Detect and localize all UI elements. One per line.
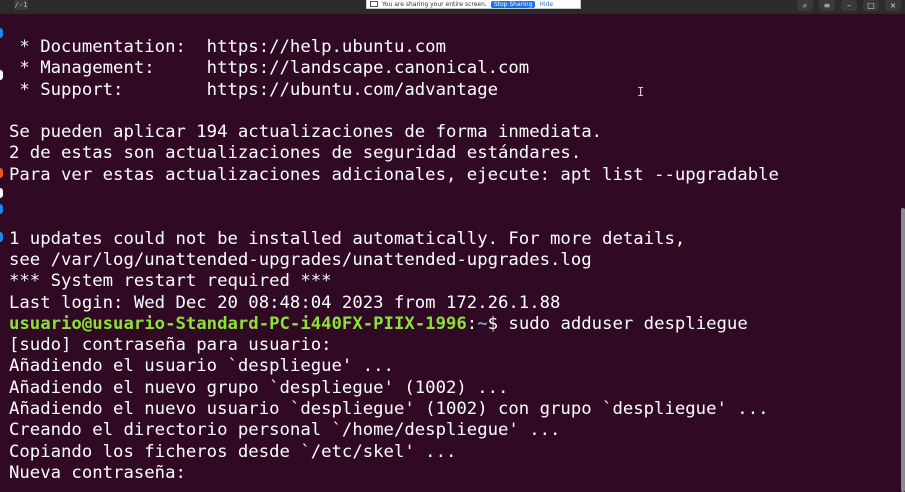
terminal-line: * Management: https://landscape.canonica…: [9, 58, 530, 79]
stop-sharing-button[interactable]: Stop Sharing: [490, 0, 536, 8]
output-line: Creando el directorio personal `/home/de…: [9, 420, 561, 441]
maximize-icon[interactable]: □: [863, 0, 879, 11]
output-line: Copiando los ficheros desde `/etc/skel' …: [9, 441, 457, 462]
terminal-line: see /var/log/unattended-upgrades/unatten…: [9, 249, 592, 270]
terminal-scrollbar[interactable]: [901, 208, 905, 492]
share-banner-text: You are sharing your entire screen.: [382, 0, 487, 8]
terminal-line: Para ver estas actualizaciones adicional…: [9, 164, 779, 185]
terminal-line: 1 updates could not be installed automat…: [9, 228, 686, 249]
terminal-line: * Documentation: https://help.ubuntu.com: [9, 37, 446, 57]
prompt-symbol: $: [487, 313, 509, 334]
terminal-line: 2 de estas son actualizaciones de seguri…: [9, 143, 582, 164]
output-line: Añadiendo el nuevo usuario `despliegue' …: [9, 399, 769, 420]
prompt-path: ~: [477, 313, 488, 334]
dock-app-icon[interactable]: [0, 232, 3, 242]
terminal-line: *** System restart required ***: [9, 271, 332, 292]
prompt-line: usuario@usuario-Standard-PC-i440FX-PIIX-…: [9, 314, 779, 335]
output-line: [sudo] contraseña para usuario:: [9, 335, 332, 356]
screen-share-icon: [370, 1, 378, 7]
prompt-separator: :: [466, 313, 478, 334]
dock-app-icon[interactable]: [0, 28, 3, 38]
new-tab-button[interactable]: /-1: [14, 0, 28, 10]
dock-app-icon[interactable]: [0, 168, 3, 178]
terminal-line: Last login: Wed Dec 20 08:48:04 2023 fro…: [9, 292, 561, 313]
search-icon[interactable]: ⌕: [797, 0, 813, 11]
output-line: Nueva contraseña:: [9, 462, 186, 483]
dock-app-icon[interactable]: [0, 188, 3, 198]
terminal-line: * Support: https://ubuntu.com/advantage: [9, 79, 498, 100]
output-line: Añadiendo el nuevo grupo `despliegue' (1…: [9, 377, 509, 398]
hide-banner-link[interactable]: Hide: [539, 1, 553, 8]
minimize-icon[interactable]: –: [841, 0, 857, 11]
close-icon[interactable]: ×: [885, 0, 901, 11]
terminal-line: Se pueden aplicar 194 actualizaciones de…: [9, 122, 603, 143]
menu-icon[interactable]: ≡: [819, 0, 835, 11]
terminal-output[interactable]: * Documentation: https://help.ubuntu.com…: [9, 37, 779, 484]
output-line: Añadiendo el usuario `despliegue' ...: [9, 356, 394, 377]
dock-app-icon[interactable]: [0, 70, 3, 80]
text-cursor-icon: I: [637, 85, 645, 99]
screen-share-banner: You are sharing your entire screen. Stop…: [366, 0, 581, 9]
prompt-user-host: usuario@usuario-Standard-PC-i440FX-PIIX-…: [9, 313, 467, 334]
dock-edge: [0, 14, 3, 492]
dock-app-icon[interactable]: [0, 204, 3, 214]
prompt-command: sudo adduser despliegue: [508, 313, 748, 334]
window-controls: ⌕ ≡ – □ ×: [797, 0, 901, 11]
terminal-screen: /-1 You are sharing your entire screen. …: [0, 0, 905, 492]
terminal-titlebar: /-1 You are sharing your entire screen. …: [0, 0, 905, 14]
